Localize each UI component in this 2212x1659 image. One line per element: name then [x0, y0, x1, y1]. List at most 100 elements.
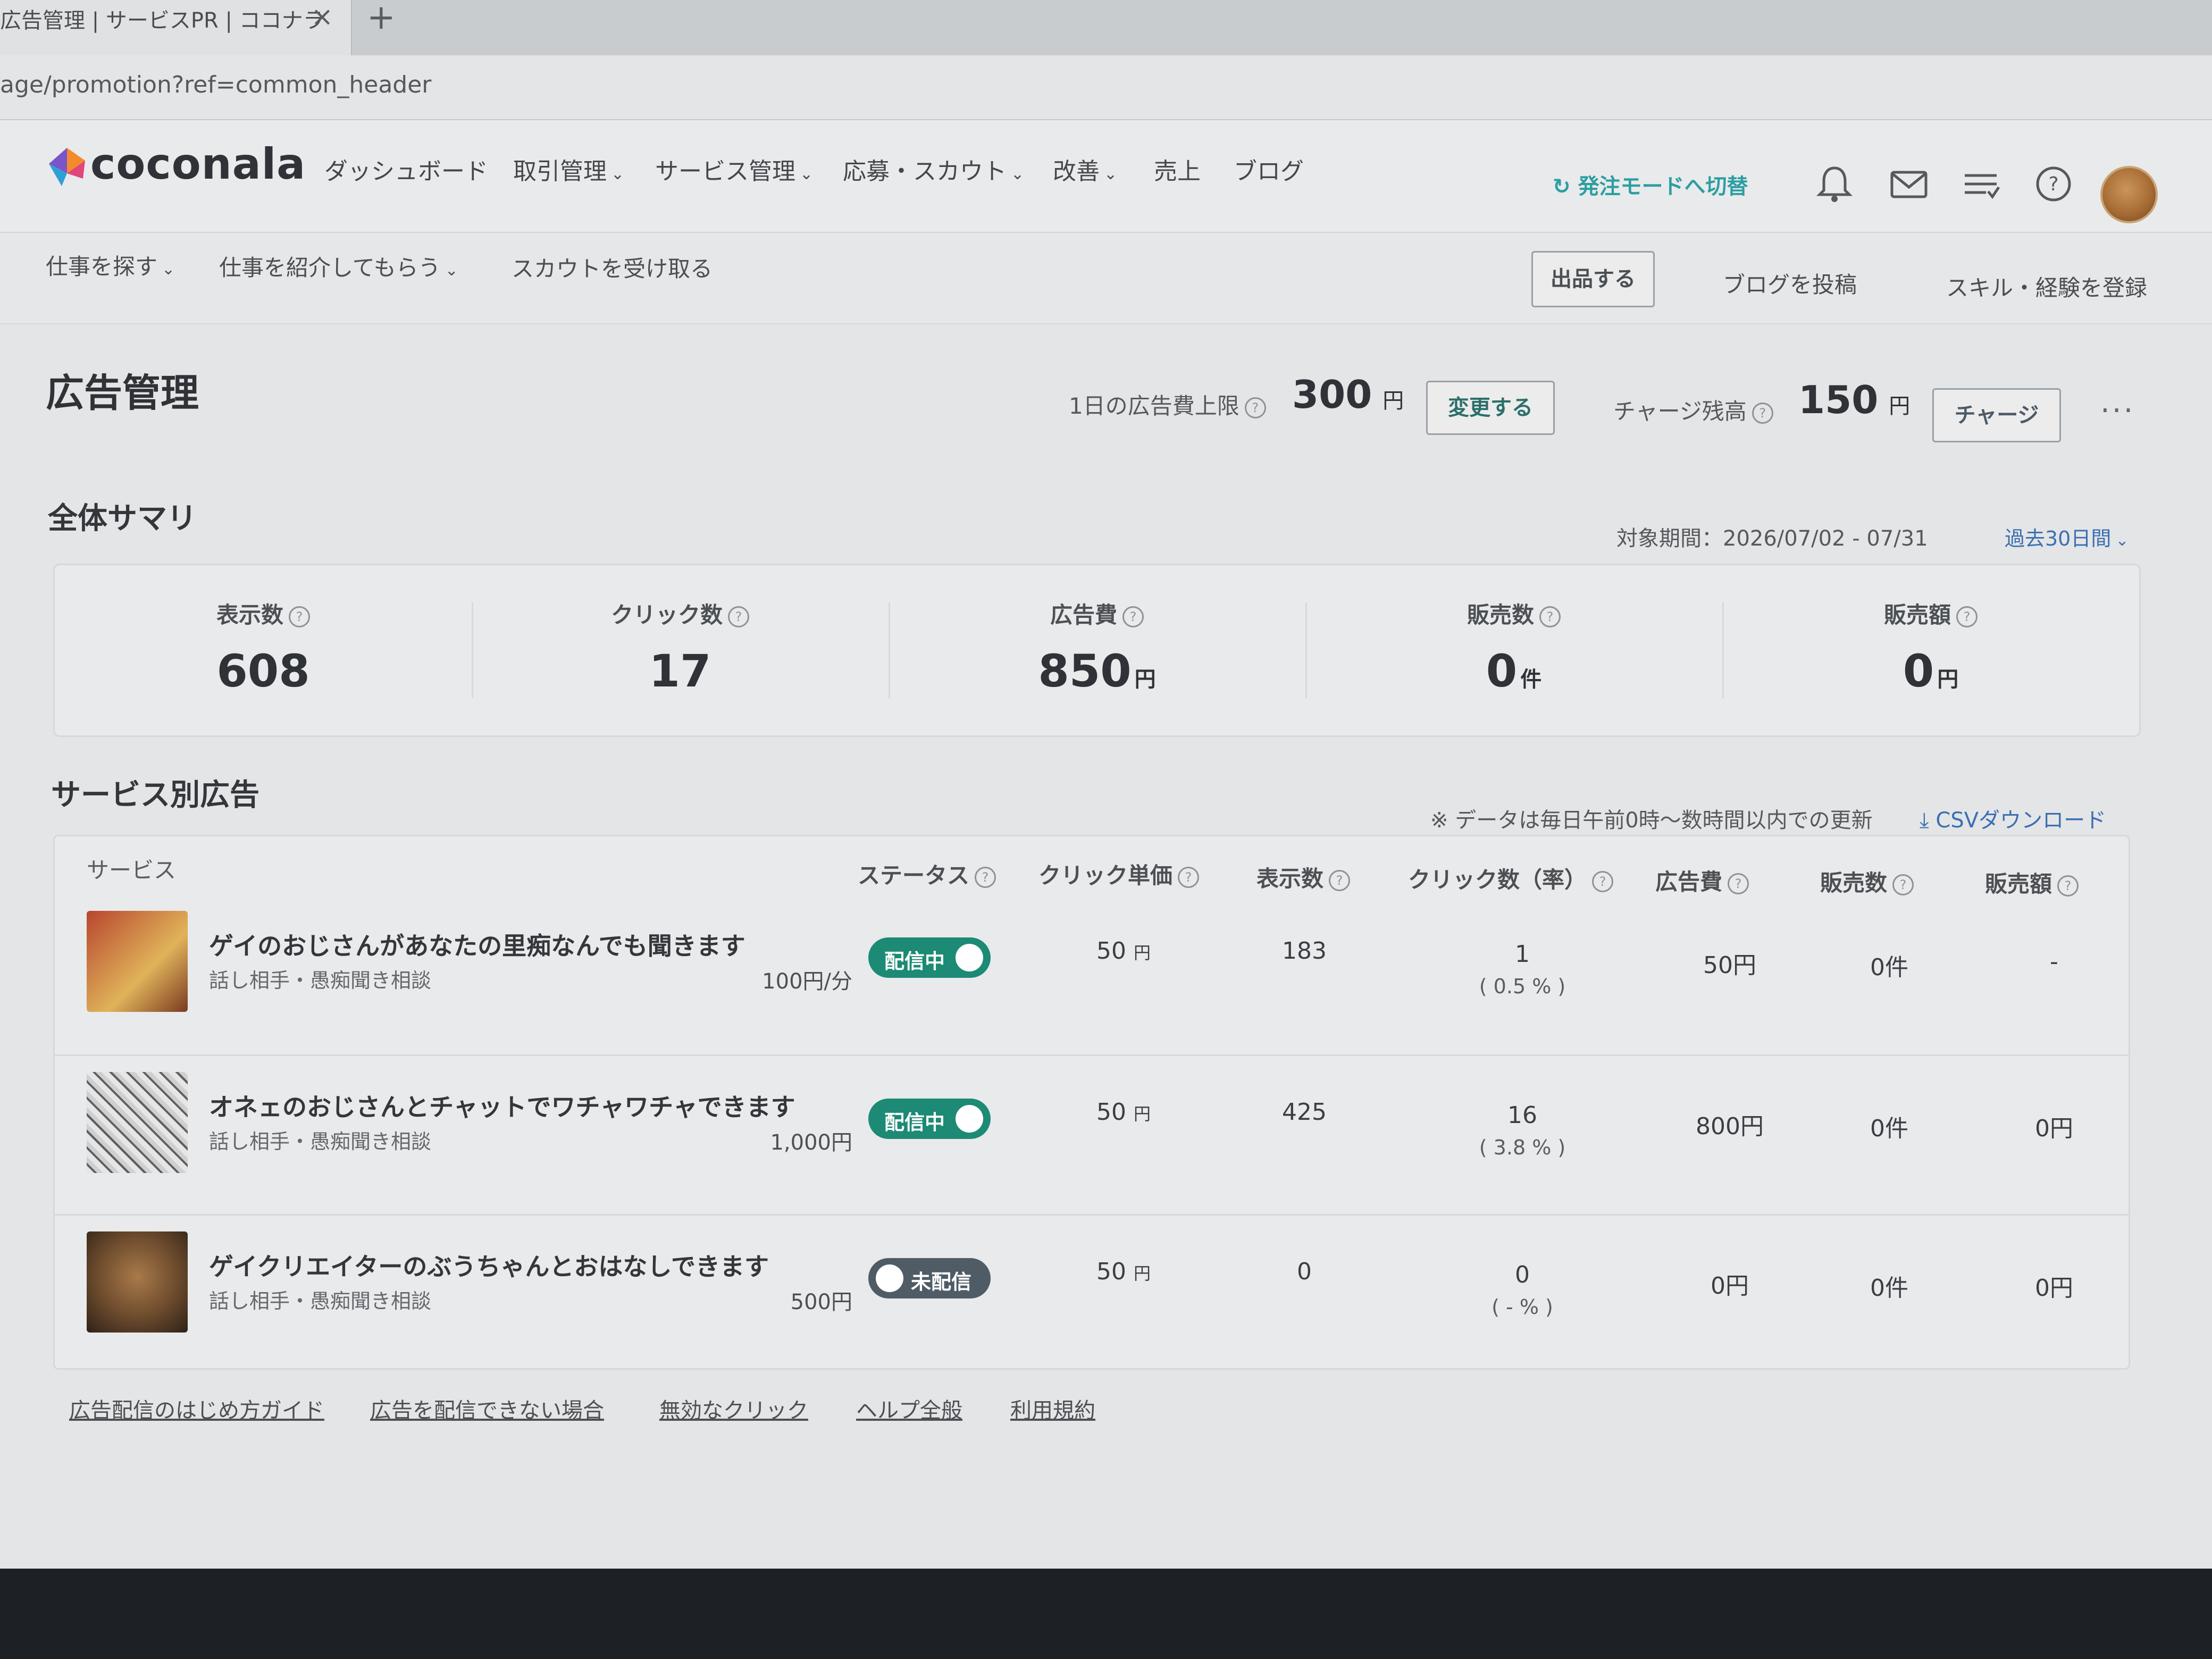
post-blog-link[interactable]: ブログを投稿	[1723, 267, 1857, 299]
metric-label-text: 広告費	[1050, 602, 1117, 628]
help-icon[interactable]: ?	[1592, 870, 1614, 892]
publish-button[interactable]: 出品する	[1531, 251, 1655, 307]
help-icon[interactable]: ?	[728, 606, 749, 627]
metric-label-text: 販売額	[1883, 602, 1951, 628]
user-avatar[interactable]	[2100, 166, 2158, 223]
help-icon[interactable]: ?	[1728, 873, 1749, 894]
invalid-clicks-link[interactable]: 無効なクリック	[659, 1393, 808, 1424]
list-icon[interactable]	[1959, 163, 2002, 205]
nav-applications-scout[interactable]: 応募・スカウト ⌄	[843, 152, 1024, 186]
help-icon[interactable]: ?	[1539, 606, 1561, 627]
service-category: 話し相手・愚痴聞き相談	[209, 1289, 432, 1313]
nav-dashboard[interactable]: ダッシュボード	[324, 152, 488, 186]
metric-label-text: 表示数	[216, 602, 283, 628]
service-thumbnail[interactable]	[87, 1072, 188, 1173]
new-tab-icon[interactable]: +	[367, 0, 396, 37]
mail-icon[interactable]	[1888, 163, 1930, 205]
cpc-cell: 50 円	[1081, 1099, 1166, 1126]
col-header-sales-count: 販売数?	[1820, 865, 1914, 898]
help-icon[interactable]: ?	[289, 606, 310, 627]
metric-unit: 円	[1937, 667, 1959, 692]
service-ads-table: サービス ステータス? クリック単価? 表示数? クリック数（率）? 広告費? …	[53, 835, 2130, 1370]
help-icon[interactable]: ?	[1956, 606, 1978, 627]
daily-budget-label-text: 1日の広告費上限	[1069, 393, 1239, 419]
more-options-icon[interactable]: ···	[2100, 393, 2135, 428]
register-skills-link[interactable]: スキル・経験を登録	[1946, 270, 2147, 303]
click-rate: ( 3.8 % )	[1479, 1136, 1566, 1159]
service-title[interactable]: オネェのおじさんとチャットでワチャワチャできます	[209, 1088, 795, 1123]
cpc-cell: 50 円	[1081, 1258, 1166, 1285]
chevron-down-icon: ⌄	[800, 165, 814, 183]
col-header-text: 広告費	[1655, 869, 1723, 895]
subnav-find-work[interactable]: 仕事を探す ⌄	[46, 249, 175, 281]
metric-number: 0	[1486, 645, 1518, 697]
charge-button[interactable]: チャージ	[1932, 388, 2061, 442]
subnav-get-introduced[interactable]: 仕事を紹介してもらう ⌄	[219, 250, 458, 282]
metric-value: 850 円	[889, 645, 1305, 697]
guide-link[interactable]: 広告配信のはじめ方ガイド	[69, 1393, 324, 1424]
service-thumbnail[interactable]	[87, 911, 188, 1012]
coconala-logo-icon[interactable]	[46, 146, 88, 188]
service-title[interactable]: ゲイのおじさんがあなたの里痴なんでも聞きます	[209, 927, 745, 962]
help-icon[interactable]: ?	[1752, 402, 1773, 424]
subnav-receive-scouts[interactable]: スカウトを受け取る	[512, 251, 713, 283]
page-title: 広告管理	[46, 371, 199, 415]
help-icon[interactable]: ?	[2057, 875, 2079, 896]
update-note: ※ データは毎日午前0時〜数時間以内での更新	[1430, 808, 1873, 833]
service-category: 話し相手・愚痴聞き相談	[209, 1130, 432, 1153]
charge-balance-label-text: チャージ残高	[1613, 398, 1747, 424]
switch-order-mode-link[interactable]: ↻ 発注モードへ切替	[1553, 169, 1748, 200]
service-price: 500円	[790, 1290, 852, 1314]
table-row[interactable]: オネェのおじさんとチャットでワチャワチャできます 話し相手・愚痴聞き相談 1,0…	[55, 1054, 2129, 1216]
status-toggle[interactable]: 配信中	[868, 1099, 991, 1139]
cpc-value: 50	[1096, 1099, 1126, 1126]
help-icon[interactable]: ?	[1178, 866, 1200, 888]
col-header-text: ステータス	[858, 862, 970, 889]
change-budget-button[interactable]: 変更する	[1426, 381, 1555, 435]
table-row[interactable]: ゲイクリエイターのぶうちゃんとおはなしできます 話し相手・愚痴聞き相談 500円…	[55, 1214, 2129, 1375]
nav-label: ブログ	[1234, 158, 1304, 185]
table-row[interactable]: ゲイのおじさんがあなたの里痴なんでも聞きます 話し相手・愚痴聞き相談 100円/…	[55, 895, 2129, 1054]
nav-transactions[interactable]: 取引管理 ⌄	[513, 152, 624, 186]
status-toggle[interactable]: 配信中	[868, 937, 991, 978]
csv-download-link[interactable]: ⤓ CSVダウンロード	[1920, 803, 2106, 834]
metric-impressions: 表示数? 608	[55, 565, 472, 735]
service-thumbnail[interactable]	[87, 1231, 188, 1333]
service-title[interactable]: ゲイクリエイターのぶうちゃんとおはなしできます	[209, 1247, 769, 1283]
nav-service-management[interactable]: サービス管理 ⌄	[655, 152, 813, 186]
logo-text[interactable]: coconala	[90, 139, 306, 189]
metric-ad-cost: 広告費? 850 円	[889, 565, 1305, 735]
nav-label: ダッシュボード	[324, 158, 488, 185]
browser-tab[interactable]: 広告管理 | サービスPR | ココナラ ×	[0, 0, 352, 55]
clicks-cell: 16	[1507, 1102, 1537, 1129]
help-icon[interactable]: ?	[1329, 869, 1351, 891]
nav-sales[interactable]: 売上	[1154, 152, 1201, 186]
nav-improve[interactable]: 改善 ⌄	[1053, 152, 1117, 186]
impressions-cell: 0	[1297, 1258, 1312, 1285]
status-label: 未配信	[911, 1270, 972, 1294]
col-header-impressions: 表示数?	[1256, 861, 1351, 893]
nav-blog[interactable]: ブログ	[1234, 152, 1304, 186]
url-text[interactable]: age/promotion?ref=common_header	[0, 71, 431, 98]
help-icon[interactable]: ?	[2032, 163, 2075, 205]
metric-value: 608	[55, 645, 472, 697]
cannot-deliver-link[interactable]: 広告を配信できない場合	[370, 1393, 604, 1424]
help-link[interactable]: ヘルプ全般	[856, 1393, 962, 1424]
cpc-unit: 円	[1133, 943, 1151, 963]
tab-close-icon[interactable]: ×	[311, 1, 333, 32]
help-icon[interactable]: ?	[975, 866, 996, 888]
help-icon[interactable]: ?	[1892, 874, 1914, 895]
status-toggle[interactable]: 未配信	[868, 1258, 991, 1298]
metric-value: 17	[472, 645, 889, 697]
metric-value: 0円	[1722, 645, 2139, 697]
metric-sales-amount: 販売額? 0円	[1722, 565, 2139, 735]
help-icon[interactable]: ?	[1244, 397, 1266, 418]
help-icon[interactable]: ?	[1122, 606, 1144, 627]
sales-amount-cell: 0円	[2035, 1275, 2073, 1302]
bell-icon[interactable]	[1813, 163, 1856, 205]
toggle-knob	[876, 1264, 903, 1292]
terms-link[interactable]: 利用規約	[1010, 1393, 1095, 1424]
download-icon: ⤓	[1920, 808, 1936, 833]
period-select[interactable]: 過去30日間 ⌄	[2005, 522, 2129, 551]
address-bar[interactable]: age/promotion?ref=common_header	[0, 55, 2212, 121]
